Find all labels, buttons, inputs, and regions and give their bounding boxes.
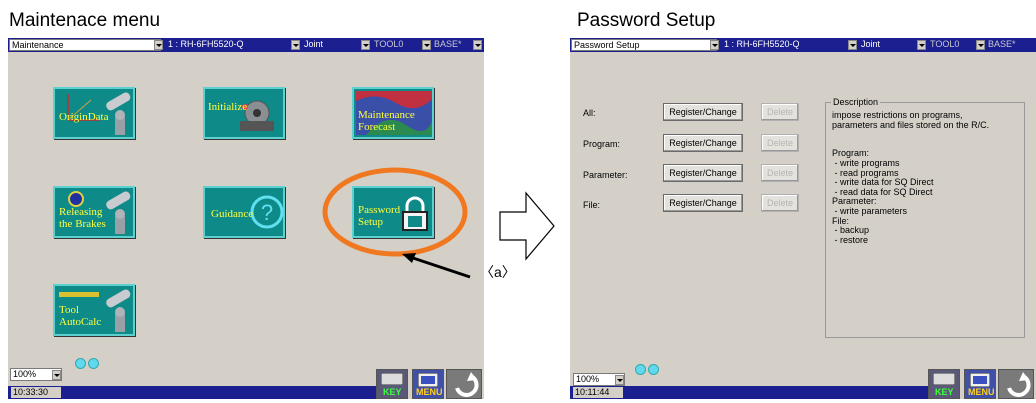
chevron-down-icon[interactable] [615,375,624,385]
status-bar: 10:33:30 [8,386,408,399]
delete-all-button[interactable]: Delete [761,103,799,121]
return-arrow-icon [1007,372,1031,397]
keyboard-icon [381,373,403,385]
delete-file-button[interactable]: Delete [761,194,799,212]
screen-icon [970,373,990,387]
guidance-tile[interactable]: ? Guidance [203,186,285,238]
screen-select[interactable]: Password Setup [571,39,717,51]
return-arrow-icon [455,372,479,397]
maintenance-forecast-tile[interactable]: Maintenance Forecast [352,87,434,139]
clock: 10:11:44 [573,387,623,398]
chevron-down-icon[interactable] [291,40,300,50]
chevron-down-icon[interactable] [154,40,163,50]
register-change-parameter-button[interactable]: Register/Change [663,164,743,182]
chevron-down-icon[interactable] [473,40,482,50]
tool-select[interactable]: TOOL0 [928,39,973,51]
row-label-program: Program: [583,139,621,149]
status-indicator [635,364,646,375]
keyboard-icon [933,373,955,385]
svg-text:?: ? [261,200,273,225]
chevron-down-icon[interactable] [361,40,370,50]
key-label: KEY [383,387,402,397]
status-indicator [88,358,99,369]
callout-arrow-line [409,255,471,279]
password-setup-screen: Password Setup 1 : RH-6FH5520-Q Joint TO… [570,38,1036,399]
jog-mode-select[interactable]: Joint [302,39,362,51]
clock: 10:33:30 [11,387,61,398]
chevron-down-icon[interactable] [976,40,985,50]
password-setup-heading: Password Setup [577,10,716,31]
screen-icon [418,373,438,387]
chevron-down-icon[interactable] [710,40,719,50]
tool-autocalc-tile[interactable]: Tool AutoCalc [53,284,135,336]
back-button[interactable] [446,369,482,399]
description-group: Description impose restrictions on progr… [825,97,1025,338]
base-select[interactable]: BASE* [432,39,472,51]
robot-arm-icon [106,191,131,234]
register-change-file-button[interactable]: Register/Change [663,194,743,212]
row-label-file: File: [583,200,601,210]
menu-label: MENU [968,387,995,397]
tool-select[interactable]: TOOL0 [372,39,417,51]
help-icon: ? [250,195,284,229]
guidance-label: Guidance [211,208,254,220]
origin-data-label: OriginData [59,111,109,123]
jog-mode-select[interactable]: Joint [859,39,915,51]
status-indicator [75,358,86,369]
chevron-down-icon[interactable] [848,40,857,50]
menu-button[interactable]: MENU [412,369,444,399]
initialize-label: Initialize [208,101,248,113]
back-button[interactable] [998,369,1034,399]
robot-arm-icon [106,289,131,332]
key-label: KEY [935,387,954,397]
status-bar: 10:11:44 [570,386,960,399]
initialize-tile[interactable]: Initialize [203,87,285,139]
chevron-down-icon[interactable] [52,370,61,380]
title-bar: Maintenance 1 : RH-6FH5520-Q Joint TOOL0… [8,38,484,52]
row-label-parameter: Parameter: [583,170,628,180]
register-change-program-button[interactable]: Register/Change [663,134,743,152]
chevron-down-icon[interactable] [917,40,926,50]
delete-parameter-button[interactable]: Delete [761,164,799,182]
description-title: Description [831,97,881,107]
highlight-ellipse [322,167,468,257]
origin-data-tile[interactable]: OriginData [53,87,135,139]
robot-select[interactable]: 1 : RH-6FH5520-Q [166,39,286,51]
ruler-icon [59,292,99,297]
row-label-all: All: [583,108,596,118]
delete-program-button[interactable]: Delete [761,134,799,152]
chevron-down-icon[interactable] [422,40,431,50]
status-indicator [648,364,659,375]
transition-arrow-icon [499,191,555,261]
menu-label: MENU [416,387,443,397]
description-text: impose restrictions on programs, paramet… [832,110,990,245]
maintenance-menu-heading: Maintenace menu [9,10,161,31]
releasing-brakes-tile[interactable]: Releasing the Brakes [53,186,135,238]
robot-select[interactable]: 1 : RH-6FH5520-Q [722,39,842,51]
register-change-all-button[interactable]: Register/Change [663,103,743,121]
keyboard-button[interactable]: KEY [376,369,408,399]
title-bar: Password Setup 1 : RH-6FH5520-Q Joint TO… [570,38,1036,52]
menu-button[interactable]: MENU [964,369,996,399]
callout-arrowhead [402,253,416,263]
keyboard-button[interactable]: KEY [928,369,960,399]
maintenance-forecast-label: Maintenance Forecast [358,109,415,133]
screen-select[interactable]: Maintenance [9,39,161,51]
releasing-brakes-label: Releasing the Brakes [59,206,106,230]
callout-label: 〈a〉 [480,264,516,280]
tool-autocalc-label: Tool AutoCalc [59,304,102,328]
base-select[interactable]: BASE* [986,39,1026,51]
